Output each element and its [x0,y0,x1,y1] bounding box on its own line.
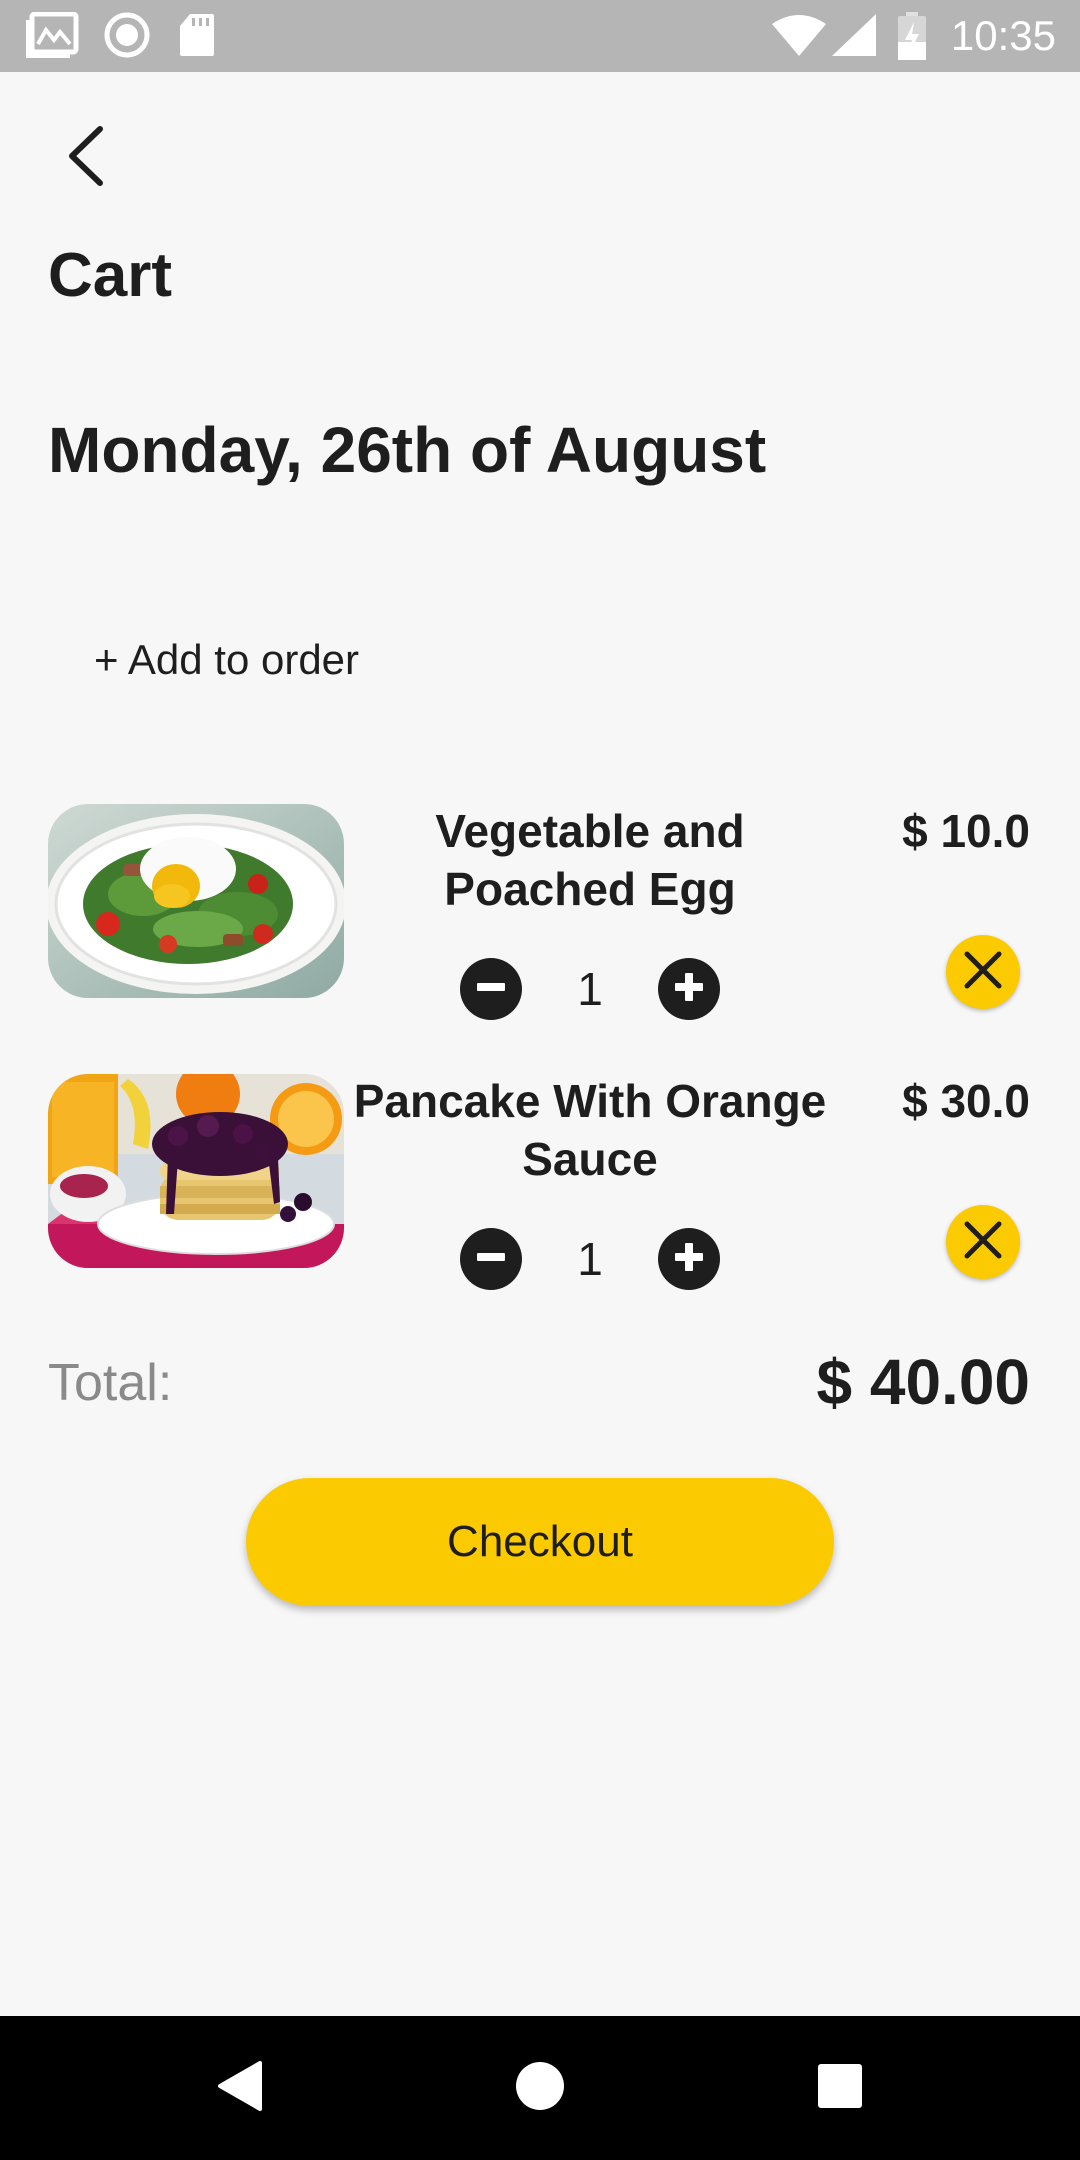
quantity-value: 1 [577,1233,603,1285]
add-to-order-link[interactable]: + Add to order [94,632,359,688]
minus-icon [474,1240,508,1279]
chevron-left-icon [62,125,106,192]
increase-quantity-button[interactable] [658,958,720,1020]
cart-screen: 10:35 Cart Monday, 26th of August + Add … [0,0,1080,2160]
item-name: Pancake With Orange Sauce [353,1075,827,1185]
increase-quantity-button[interactable] [658,1228,720,1290]
back-button[interactable] [48,118,120,198]
salad-food-image [48,804,344,998]
plus-icon [672,970,706,1009]
wifi-icon [772,14,826,61]
decrease-quantity-button[interactable] [460,958,522,1020]
quantity-value: 1 [577,963,603,1015]
status-bar: 10:35 [0,0,1080,72]
navigation-bar [0,2016,1080,2160]
nav-home-button[interactable] [468,2016,612,2160]
signal-icon [832,14,876,61]
quantity-stepper: 1 [460,1228,720,1290]
decrease-quantity-button[interactable] [460,1228,522,1290]
cart-item: Vegetable and Poached Egg $ 10.0 1 [0,800,1080,1020]
triangle-back-icon [216,2059,264,2118]
circle-home-icon [514,2060,566,2117]
gallery-icon [26,11,80,63]
order-date: Monday, 26th of August [48,414,767,486]
close-icon [963,1220,1003,1265]
item-price: $ 30.0 [902,1075,1030,1127]
plus-icon [672,1240,706,1279]
total-value: $ 40.00 [816,1346,1030,1418]
quantity-stepper: 1 [460,958,720,1020]
sd-card-icon [178,12,216,63]
item-name: Vegetable and Poached Egg [435,805,745,915]
status-time: 10:35 [950,12,1056,59]
checkout-button[interactable]: Checkout [246,1478,834,1606]
page-title: Cart [48,241,173,310]
nav-back-button[interactable] [168,2016,312,2160]
remove-item-button[interactable] [946,935,1020,1009]
pancake-food-image [48,1074,344,1268]
square-recents-icon [817,2063,863,2114]
remove-item-button[interactable] [946,1205,1020,1279]
nav-recents-button[interactable] [768,2016,912,2160]
item-price: $ 10.0 [902,805,1030,857]
battery-icon [896,12,928,65]
minus-icon [474,970,508,1009]
close-icon [963,950,1003,995]
record-icon [104,12,150,63]
total-label: Total: [48,1354,173,1412]
cart-item: Pancake With Orange Sauce $ 30.0 1 [0,1070,1080,1290]
